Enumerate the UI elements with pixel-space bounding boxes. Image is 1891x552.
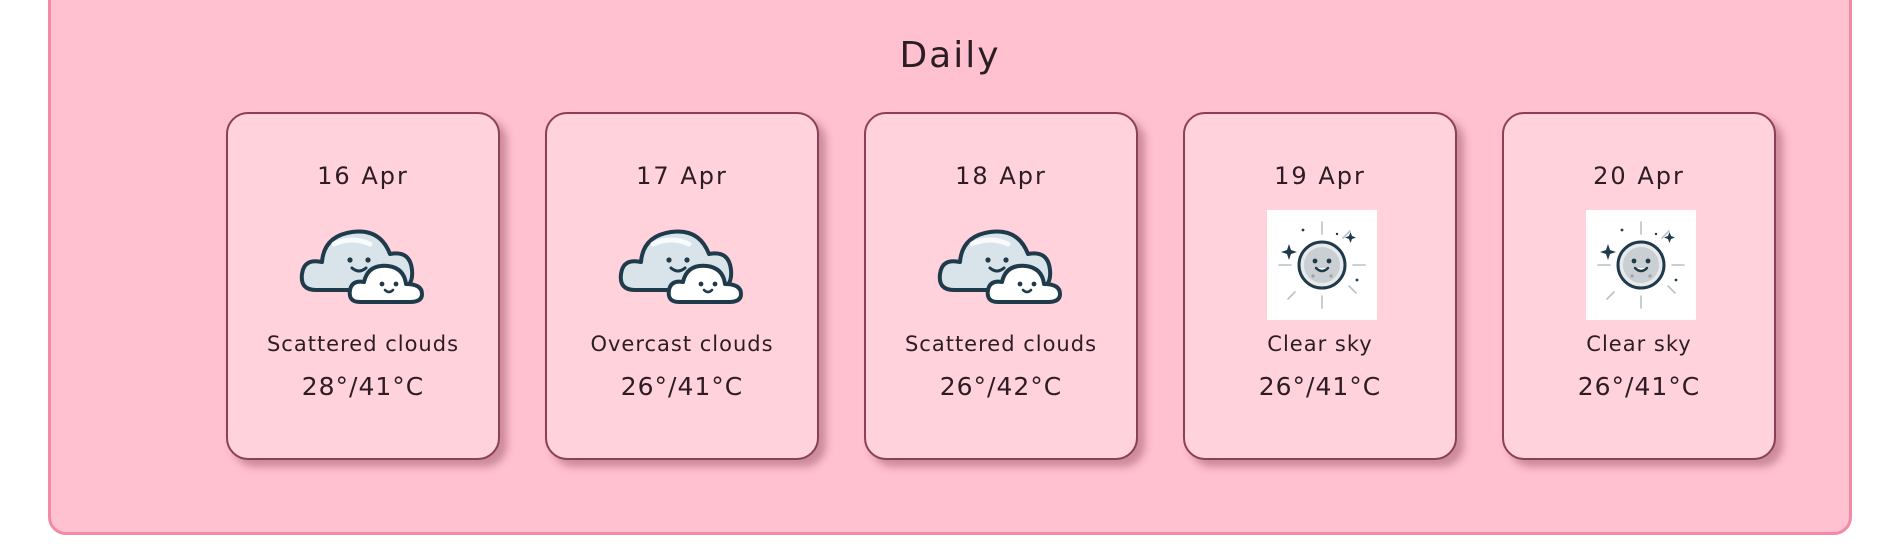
forecast-date: 19 Apr	[1274, 162, 1366, 190]
forecast-temperature: 26°/42°C	[939, 372, 1063, 401]
forecast-date: 17 Apr	[636, 162, 728, 190]
forecast-description: Overcast clouds	[590, 332, 774, 356]
cloudy-icon	[618, 229, 743, 304]
clear-sky-icon	[1267, 210, 1377, 320]
forecast-date: 20 Apr	[1593, 162, 1685, 190]
forecast-description: Scattered clouds	[266, 332, 460, 356]
cloudy-icon	[937, 229, 1062, 304]
forecast-card[interactable]: 18 Apr Scattered clouds 26°/42°C	[864, 112, 1138, 460]
forecast-cards: 16 Apr Scattered clouds 28°/41°C 17 Apr …	[226, 112, 1778, 464]
clear-sky-icon	[1586, 210, 1696, 320]
forecast-date: 18 Apr	[955, 162, 1047, 190]
forecast-temperature: 26°/41°C	[620, 372, 744, 401]
daily-forecast-panel: Daily 16 Apr Scattered clouds 28°/41°C 1…	[48, 0, 1852, 535]
forecast-card[interactable]: 16 Apr Scattered clouds 28°/41°C	[226, 112, 500, 460]
forecast-temperature: 28°/41°C	[301, 372, 425, 401]
forecast-description: Clear sky	[1267, 332, 1373, 356]
forecast-card[interactable]: 17 Apr Overcast clouds 26°/41°C	[545, 112, 819, 460]
forecast-description: Clear sky	[1586, 332, 1692, 356]
section-title: Daily	[899, 35, 1001, 76]
forecast-description: Scattered clouds	[904, 332, 1098, 356]
cloudy-icon	[299, 229, 424, 304]
forecast-card[interactable]: 20 Apr Clear sky 26°/41°C	[1502, 112, 1776, 460]
forecast-date: 16 Apr	[317, 162, 409, 190]
forecast-temperature: 26°/41°C	[1577, 372, 1701, 401]
forecast-card[interactable]: 19 Apr Clear sky 26°/41°C	[1183, 112, 1457, 460]
forecast-temperature: 26°/41°C	[1258, 372, 1382, 401]
